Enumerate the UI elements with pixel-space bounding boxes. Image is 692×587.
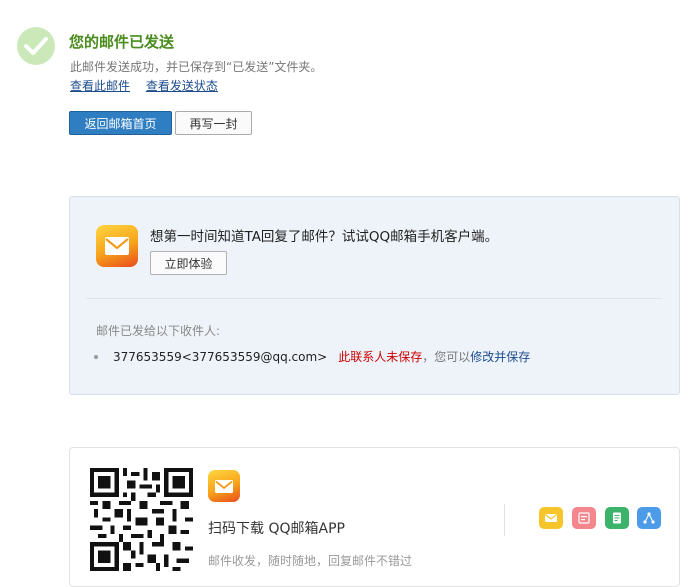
try-now-button[interactable]: 立即体验 [150, 251, 227, 275]
qr-code-icon[interactable] [90, 468, 193, 571]
promo-text: 想第一时间知道TA回复了邮件？试试QQ邮箱手机客户端。 [150, 229, 499, 245]
contact-unsaved-text: 此联系人未保存 [338, 350, 423, 364]
mail-feature-icon [539, 507, 563, 529]
success-check-icon [17, 27, 55, 65]
share-feature-icon [637, 507, 661, 529]
app-download-panel: 扫码下载 QQ邮箱APP 邮件收发，随时随地，回复邮件不错过 [69, 447, 680, 587]
recipients-label: 邮件已发给以下收件人: [96, 324, 221, 338]
panel-divider [86, 298, 662, 299]
qq-mail-app-small-icon [208, 470, 240, 502]
write-another-button[interactable]: 再写一封 [175, 111, 252, 135]
back-to-inbox-button[interactable]: 返回邮箱首页 [69, 111, 172, 135]
qq-mail-app-icon [96, 225, 138, 267]
modify-save-link[interactable]: 修改并保存 [470, 348, 530, 365]
recipient-info-panel: 想第一时间知道TA回复了邮件？试试QQ邮箱手机客户端。 立即体验 邮件已发给以下… [69, 196, 680, 395]
send-success-message: 此邮件发送成功，并已保存到“已发送”文件夹。 [70, 60, 323, 74]
note-feature-icon [605, 507, 629, 529]
recipient-email: 377653559<377653559@qq.com> [113, 349, 328, 364]
view-status-link[interactable]: 查看发送状态 [146, 79, 218, 93]
header-links: 查看此邮件 查看发送状态 [70, 77, 230, 94]
calendar-feature-icon [572, 507, 596, 529]
vertical-divider [504, 504, 505, 536]
recipient-row: 377653559<377653559@qq.com> 此联系人未保存 ，您可以… [94, 348, 530, 365]
bullet-icon [94, 354, 98, 359]
view-mail-link[interactable]: 查看此邮件 [70, 79, 130, 93]
page-title: 您的邮件已发送 [69, 33, 175, 51]
scan-download-title: 扫码下载 QQ邮箱APP [208, 521, 345, 537]
contact-hint-text: ，您可以 [422, 350, 471, 364]
scan-download-subtitle: 邮件收发，随时随地，回复邮件不错过 [208, 554, 413, 568]
